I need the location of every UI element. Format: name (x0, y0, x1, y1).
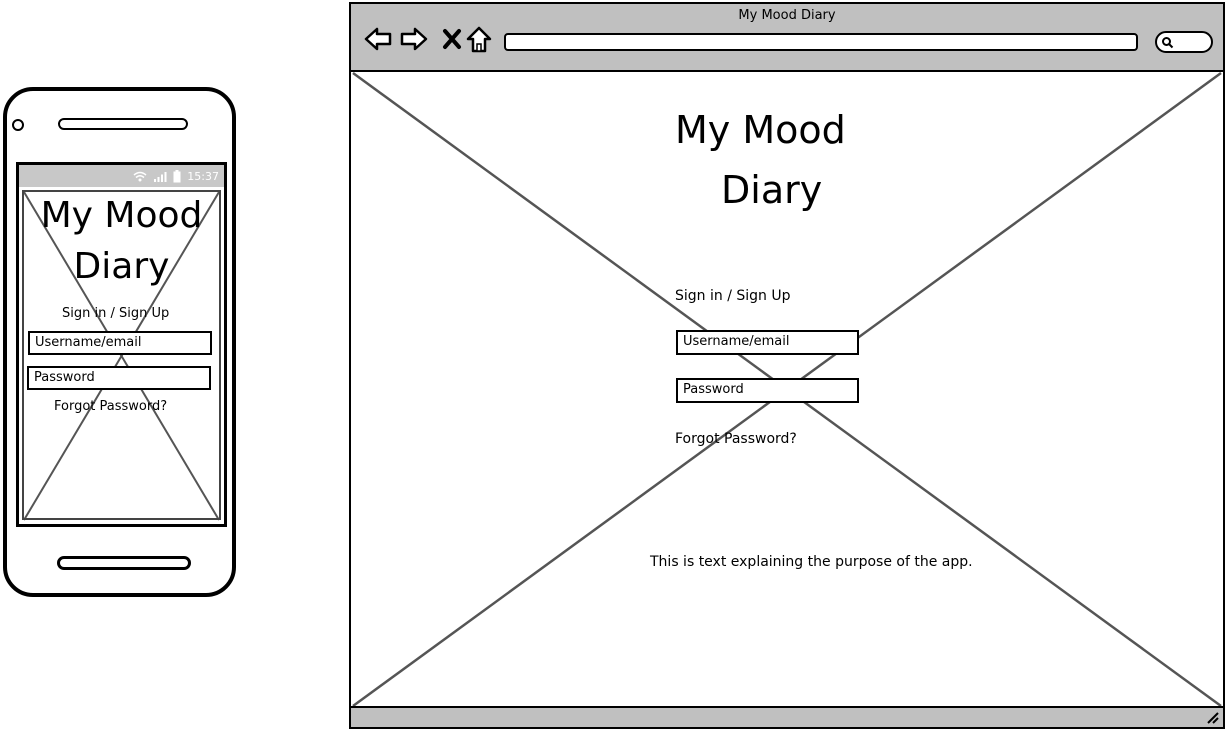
close-x-icon[interactable] (437, 24, 467, 54)
password-field[interactable]: Password (676, 378, 859, 403)
sign-in-link[interactable]: Sign in / Sign Up (62, 306, 169, 321)
browser-window: My Mood Diary My Mood Diary Sign in / Si… (349, 2, 1225, 729)
home-icon[interactable] (464, 24, 494, 54)
username-field[interactable]: Username/email (28, 331, 212, 355)
back-arrow-icon[interactable] (363, 24, 393, 54)
phone-camera (12, 119, 24, 131)
sign-in-link[interactable]: Sign in / Sign Up (675, 288, 791, 304)
app-description: This is text explaining the purpose of t… (650, 554, 973, 570)
page-title-line1: My Mood (40, 195, 203, 236)
status-time: 15:37 (187, 169, 219, 183)
forgot-password-link[interactable]: Forgot Password? (675, 431, 797, 447)
window-title: My Mood Diary (738, 8, 836, 23)
browser-toolbar: My Mood Diary (351, 4, 1223, 72)
phone-home-button[interactable] (57, 556, 191, 570)
browser-content: My Mood Diary Sign in / Sign Up Username… (351, 70, 1223, 708)
wifi-icon (133, 171, 147, 181)
username-field[interactable]: Username/email (676, 330, 859, 355)
resize-grip-icon[interactable] (1205, 710, 1219, 724)
phone-speaker (58, 118, 188, 130)
battery-icon (173, 169, 181, 182)
signal-icon (154, 171, 167, 182)
address-bar[interactable] (504, 33, 1138, 51)
phone-status-bar: 15:37 (19, 165, 224, 187)
forward-arrow-icon[interactable] (399, 24, 429, 54)
search-icon (1162, 37, 1174, 49)
phone-screen: 15:37 My Mood Diary Sign in / Sign Up Us… (16, 162, 227, 527)
page-title-line1: My Mood (675, 108, 846, 152)
page-title-line2: Diary (73, 246, 170, 287)
forgot-password-link[interactable]: Forgot Password? (54, 399, 167, 414)
password-field[interactable]: Password (27, 366, 211, 390)
browser-search-field[interactable] (1155, 31, 1213, 53)
browser-status-bar (351, 706, 1223, 727)
page-title-line2: Diary (721, 168, 823, 212)
